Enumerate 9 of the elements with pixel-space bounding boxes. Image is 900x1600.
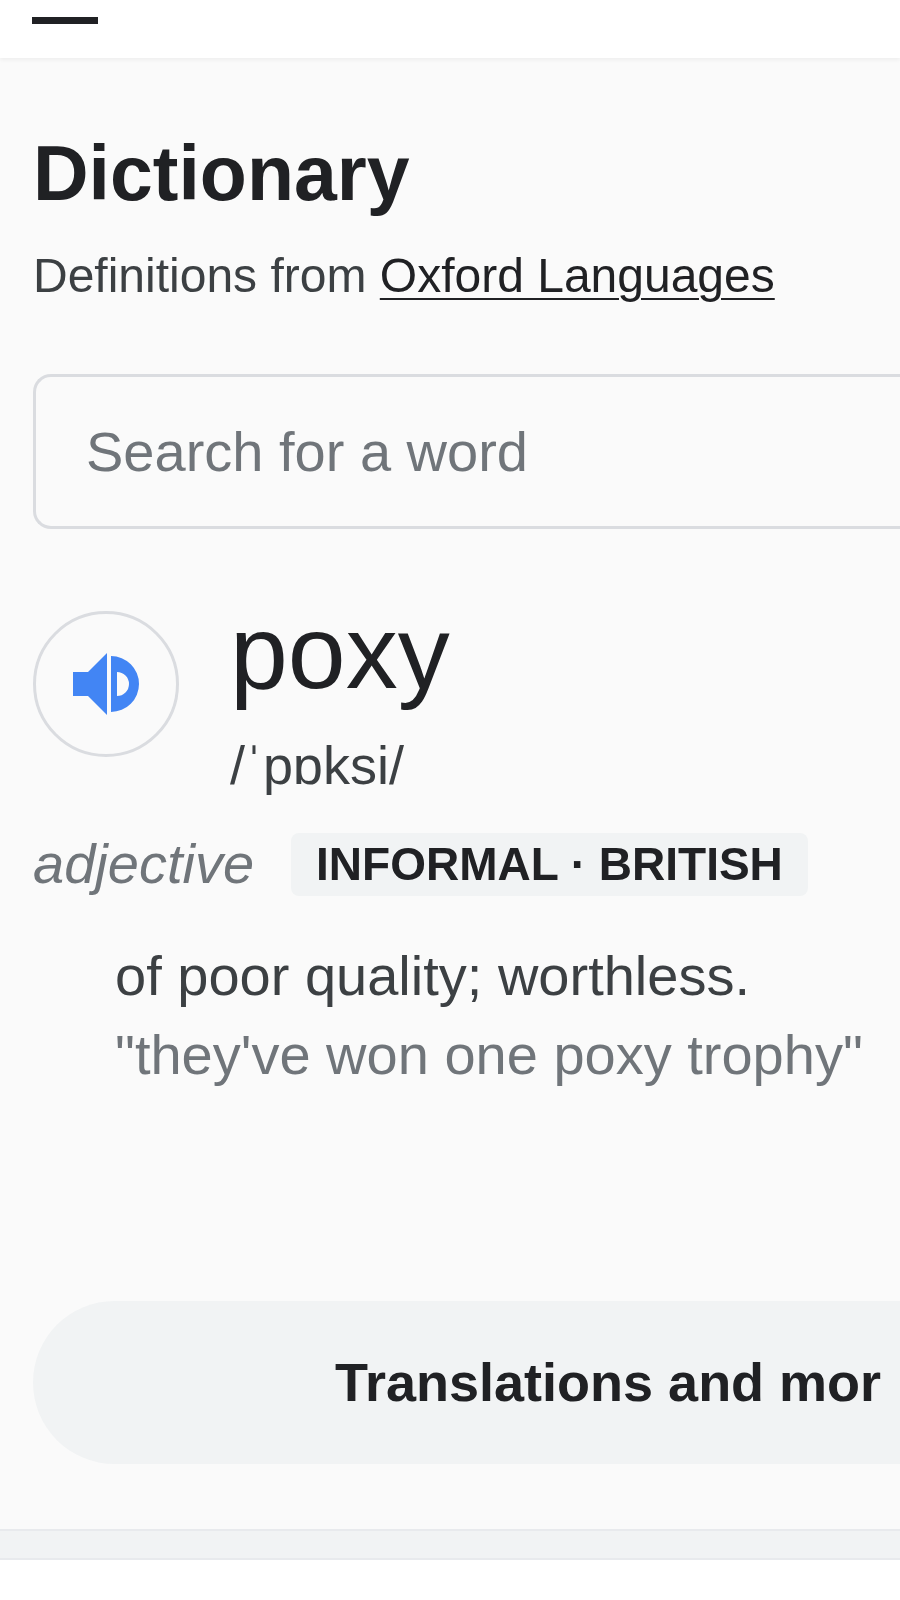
source-line: Definitions from Oxford Languages (33, 252, 775, 300)
oxford-languages-link[interactable]: Oxford Languages (379, 249, 775, 302)
search-field[interactable]: Search for a word (33, 374, 900, 529)
translations-button[interactable]: Translations and mor (33, 1300, 900, 1464)
usage-label: INFORMAL · BRITISH (291, 832, 808, 896)
pronounce-button[interactable] (33, 611, 179, 757)
speaker-icon (73, 651, 141, 717)
headword: poxy (230, 593, 450, 712)
part-of-speech: adjective (33, 836, 255, 893)
